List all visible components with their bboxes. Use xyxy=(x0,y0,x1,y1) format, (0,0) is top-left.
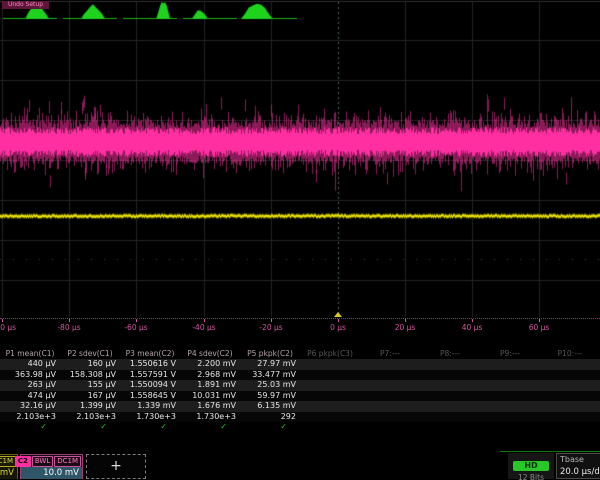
tbase-label: Tbase xyxy=(557,454,600,466)
param-header-p1[interactable]: P1 mean(C1) xyxy=(0,348,60,359)
time-label: 20 µs xyxy=(395,323,416,332)
hd-mode-indicator[interactable]: HD 12 Bits xyxy=(508,453,554,479)
measurement-value: 363.98 µV xyxy=(0,370,60,381)
measurement-value: 160 µV xyxy=(60,359,120,370)
measurement-value: 1.557591 V xyxy=(120,370,180,381)
time-ruler: -100 µs -80 µs -60 µs -40 µs -20 µs 0 µs 20 µs… xyxy=(0,318,600,335)
plus-icon: + xyxy=(110,458,122,474)
channel2-label: C2 xyxy=(15,456,31,467)
param-header-p8[interactable]: P8:--- xyxy=(420,348,480,359)
status-check-icon: ✓ xyxy=(240,422,300,432)
measurement-value: 27.97 mV xyxy=(240,359,300,370)
measurement-value: 32.16 µV xyxy=(0,401,60,412)
hd-badge: HD xyxy=(513,461,549,471)
time-tick xyxy=(204,319,205,322)
bandwidth-badge: BWL xyxy=(32,456,53,467)
measurement-value: 292 xyxy=(240,412,300,423)
time-tick xyxy=(539,319,540,322)
measurement-value: 33.477 mV xyxy=(240,370,300,381)
undo-setup-button[interactable]: Undo Setup xyxy=(2,1,49,9)
coupling-badge: DC1M xyxy=(54,456,81,467)
time-label: 60 µs xyxy=(529,323,550,332)
channel2-volts-per-div: 10.0 mV xyxy=(21,467,82,479)
param-header-p7[interactable]: P7:--- xyxy=(360,348,420,359)
param-header-p10[interactable]: P10:--- xyxy=(540,348,600,359)
measurement-value: 6.135 mV xyxy=(240,401,300,412)
timebase-descriptor[interactable]: Tbase 20.0 µs/div xyxy=(556,453,600,479)
channel1-volts-per-div: 10.0 mV xyxy=(0,467,17,479)
measurement-value: 263 µV xyxy=(0,380,60,391)
param-header-p4[interactable]: P4 sdev(C2) xyxy=(180,348,240,359)
param-header-p2[interactable]: P2 sdev(C1) xyxy=(60,348,120,359)
time-label: -100 µs xyxy=(0,323,16,332)
measurement-value: 2.968 mV xyxy=(180,370,240,381)
measurement-value: 1.558645 V xyxy=(120,391,180,402)
param-header-p3[interactable]: P3 mean(C2) xyxy=(120,348,180,359)
time-tick xyxy=(338,319,339,322)
param-header-p6[interactable]: P6 pkpk(C3) xyxy=(300,348,360,359)
bit-depth-label: 12 Bits xyxy=(508,472,554,480)
status-check-icon: ✓ xyxy=(180,422,240,432)
measurement-value: 2.103e+3 xyxy=(0,412,60,423)
measurement-value: 1.399 µV xyxy=(60,401,120,412)
measurement-value: 1.730e+3 xyxy=(120,412,180,423)
status-check-icon: ✓ xyxy=(60,422,120,432)
measurement-value: 1.550094 V xyxy=(120,380,180,391)
measurement-value: 155 µV xyxy=(60,380,120,391)
measurement-value: 2.103e+3 xyxy=(60,412,120,423)
time-label: -60 µs xyxy=(124,323,147,332)
param-header-p5[interactable]: P5 pkpk(C2) xyxy=(240,348,300,359)
measurement-value: 1.730e+3 xyxy=(180,412,240,423)
measurement-value: 2.200 mV xyxy=(180,359,240,370)
time-tick xyxy=(69,319,70,322)
time-tick xyxy=(472,319,473,322)
measurement-value: 25.03 mV xyxy=(240,380,300,391)
channel2-descriptor[interactable]: C2 BWL DC1M 10.0 mV xyxy=(20,454,83,479)
param-header-p9[interactable]: P9:--- xyxy=(480,348,540,359)
measurement-value: 1.339 mV xyxy=(120,401,180,412)
measurement-value: 1.676 mV xyxy=(180,401,240,412)
trigger-position-marker xyxy=(334,312,342,317)
measurement-value: 474 µV xyxy=(0,391,60,402)
time-label: -80 µs xyxy=(57,323,80,332)
status-check-icon: ✓ xyxy=(0,422,60,432)
waveform-display xyxy=(0,0,600,318)
add-trace-button[interactable]: + xyxy=(86,454,146,479)
tbase-value: 20.0 µs/div xyxy=(557,466,600,478)
right-baseline-divider xyxy=(500,451,600,452)
measurement-value: 59.97 mV xyxy=(240,391,300,402)
time-label: -40 µs xyxy=(192,323,215,332)
coupling-badge: DC1M xyxy=(0,456,16,467)
time-tick xyxy=(405,319,406,322)
measurement-table: P1 mean(C1)P2 sdev(C1)P3 mean(C2)P4 sdev… xyxy=(0,348,600,432)
measurement-value: 440 µV xyxy=(0,359,60,370)
measurement-value: 10.031 mV xyxy=(180,391,240,402)
time-label: 40 µs xyxy=(462,323,483,332)
measurement-value: 1.891 mV xyxy=(180,380,240,391)
oscilloscope-screen: Undo Setup -100 µs -80 µs -60 µs -40 µs -20 … xyxy=(0,0,600,480)
measurement-value: 167 µV xyxy=(60,391,120,402)
time-tick xyxy=(136,319,137,322)
measurement-value: 1.550616 V xyxy=(120,359,180,370)
undo-setup-label: Undo Setup xyxy=(8,1,43,8)
time-label: -20 µs xyxy=(259,323,282,332)
parameter-histicon-strip xyxy=(0,0,600,20)
time-tick xyxy=(271,319,272,322)
time-label: 0 µs xyxy=(330,323,346,332)
time-tick xyxy=(2,319,3,322)
status-check-icon: ✓ xyxy=(120,422,180,432)
measurement-value: 158.308 µV xyxy=(60,370,120,381)
